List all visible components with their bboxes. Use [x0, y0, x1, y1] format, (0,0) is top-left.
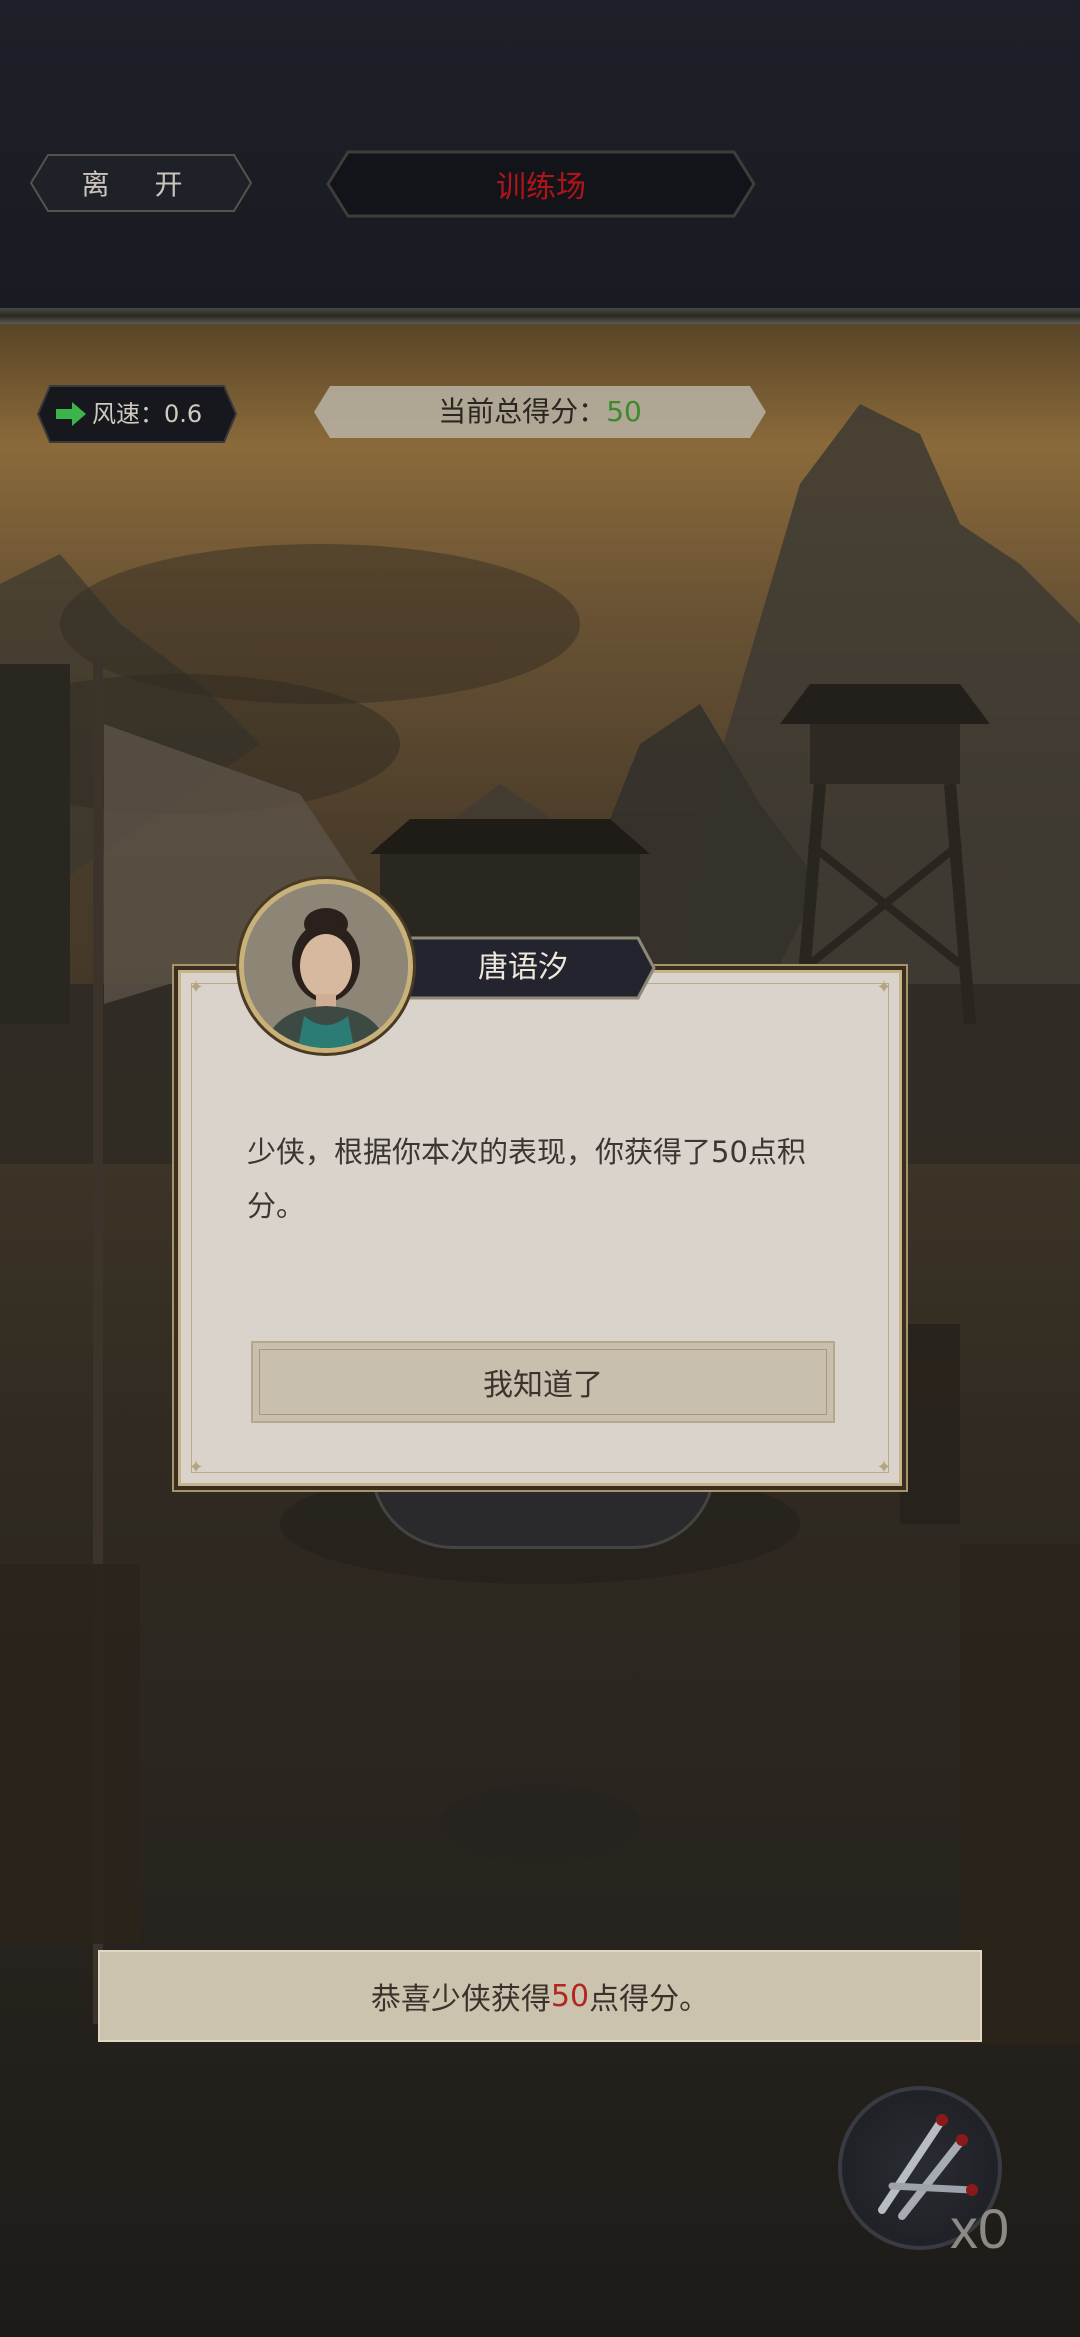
top-bar-divider: [0, 308, 1080, 324]
corner-ornament-icon: ✦: [188, 1457, 204, 1478]
wind-speed-indicator: 风速：0.6: [36, 384, 238, 444]
corner-ornament-icon: ✦: [876, 1457, 892, 1478]
leave-button[interactable]: 离 开: [30, 154, 252, 212]
corner-ornament-icon: ✦: [876, 977, 892, 998]
dart-count: x0: [950, 2197, 1010, 2260]
npc-dialog: ✦ ✦ ✦ ✦ 少侠，根据你本次的表现，你获得了50点积分。 我知道了: [178, 970, 902, 1486]
reward-toast: 恭喜少侠获得 50 点得分。: [98, 1950, 982, 2042]
confirm-button[interactable]: 我知道了: [251, 1341, 835, 1423]
dialog-message: 少侠，根据你本次的表现，你获得了50点积分。: [247, 1135, 806, 1223]
npc-portrait-icon: [244, 884, 408, 1048]
toast-score-value: 50: [550, 1978, 590, 2014]
wind-speed-text: 风速：0.6: [92, 400, 203, 428]
speaker-name: 唐语汐: [478, 950, 568, 985]
wind-direction-arrow-icon: [56, 402, 86, 426]
total-score-bar: 当前总得分：50: [312, 384, 768, 440]
toast-suffix: 点得分。: [589, 1982, 710, 2017]
total-score-label: 当前总得分：: [438, 395, 607, 428]
leave-button-label: 离 开: [81, 168, 201, 201]
speaker-avatar: [244, 884, 408, 1048]
scene-title: 训练场: [326, 150, 756, 218]
toast-prefix: 恭喜少侠获得: [370, 1982, 551, 2017]
scene-title-text: 训练场: [496, 170, 586, 205]
corner-ornament-icon: ✦: [188, 977, 204, 998]
speaker-nameplate: 唐语汐: [390, 934, 656, 1002]
total-score-value: 50: [606, 395, 642, 428]
confirm-button-inner-border: [259, 1349, 827, 1415]
